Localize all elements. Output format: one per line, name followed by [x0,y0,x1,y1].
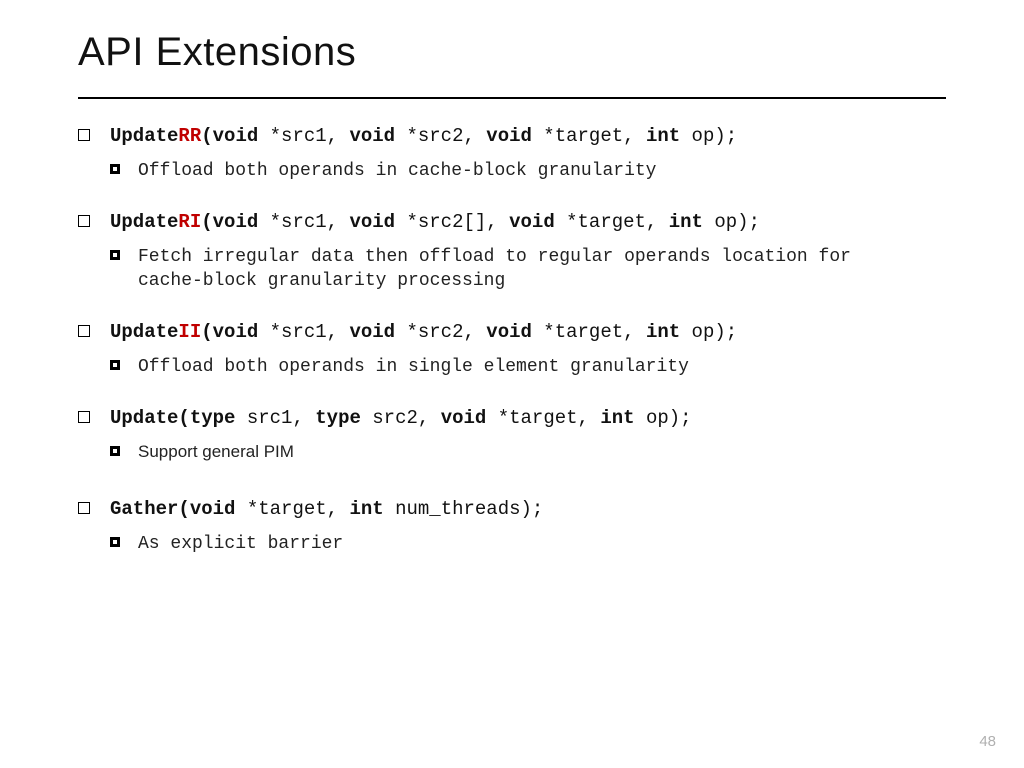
small-square-bullet-icon [110,537,120,547]
page-number: 48 [979,733,996,750]
param-text: *src2, [395,321,486,343]
slide-title: API Extensions [78,30,946,75]
kw: void [213,125,259,147]
param-text: op); [680,321,737,343]
api-signature: UpdateII(void *src1, void *src2, void *t… [78,321,946,345]
param-text: *target, [486,407,600,429]
param-text: op); [680,125,737,147]
signature-text: UpdateRR(void *src1, void *src2, void *t… [110,125,737,149]
api-signature: UpdateRI(void *src1, void *src2[], void … [78,211,946,235]
square-bullet-icon [78,129,90,141]
description-text: Support general PIM [138,441,294,464]
description-text: As explicit barrier [138,532,343,556]
kw: void [349,125,395,147]
param-text: *src2, [395,125,486,147]
param-text: *src1, [258,211,349,233]
kw: void [486,125,532,147]
fn-prefix: Update [110,407,178,429]
kw: void [190,498,236,520]
list-item: UpdateII(void *src1, void *src2, void *t… [78,321,946,379]
kw: void [349,321,395,343]
kw: void [486,321,532,343]
fn-suffix: RR [178,125,201,147]
kw: void [213,211,259,233]
api-description: As explicit barrier [110,532,946,556]
param-text: *target, [235,498,349,520]
description-text: Offload both operands in cache-block gra… [138,159,656,183]
small-square-bullet-icon [110,250,120,260]
description-text: Offload both operands in single element … [138,355,689,379]
param-text: src1, [235,407,315,429]
param-text: op); [635,407,692,429]
param-text: src2, [361,407,441,429]
fn-suffix: RI [178,211,201,233]
param-text: num_threads); [384,498,544,520]
fn-prefix: Update [110,211,178,233]
list-item: UpdateRI(void *src1, void *src2[], void … [78,211,946,293]
slide: API Extensions UpdateRR(void *src1, void… [0,0,1024,768]
fn-prefix: Gather [110,498,178,520]
open-paren: ( [201,321,212,343]
kw: void [213,321,259,343]
small-square-bullet-icon [110,360,120,370]
param-text: *src1, [258,125,349,147]
kw: int [646,125,680,147]
api-description: Offload both operands in single element … [110,355,946,379]
api-description: Fetch irregular data then offload to reg… [110,245,946,294]
kw: void [441,407,487,429]
fn-suffix: II [178,321,201,343]
square-bullet-icon [78,502,90,514]
square-bullet-icon [78,411,90,423]
param-text: op); [703,211,760,233]
kw: void [509,211,555,233]
api-description: Support general PIM [110,441,946,464]
open-paren: ( [201,125,212,147]
param-text: *target, [532,321,646,343]
signature-text: UpdateII(void *src1, void *src2, void *t… [110,321,737,345]
kw: int [600,407,634,429]
list-item: Gather(void *target, int num_threads); A… [78,498,946,556]
signature-text: UpdateRI(void *src1, void *src2[], void … [110,211,760,235]
small-square-bullet-icon [110,446,120,456]
list-item: UpdateRR(void *src1, void *src2, void *t… [78,125,946,183]
description-text: Fetch irregular data then offload to reg… [138,245,878,294]
param-text: *src1, [258,321,349,343]
list-item: Update(type src1, type src2, void *targe… [78,407,946,464]
api-description: Offload both operands in cache-block gra… [110,159,946,183]
fn-prefix: Update [110,125,178,147]
kw: type [315,407,361,429]
kw: int [669,211,703,233]
api-signature: UpdateRR(void *src1, void *src2, void *t… [78,125,946,149]
api-signature: Update(type src1, type src2, void *targe… [78,407,946,431]
square-bullet-icon [78,325,90,337]
api-signature: Gather(void *target, int num_threads); [78,498,946,522]
open-paren: ( [178,407,189,429]
small-square-bullet-icon [110,164,120,174]
open-paren: ( [201,211,212,233]
kw: int [646,321,680,343]
param-text: *src2[], [395,211,509,233]
param-text: *target, [555,211,669,233]
signature-text: Update(type src1, type src2, void *targe… [110,407,692,431]
fn-prefix: Update [110,321,178,343]
square-bullet-icon [78,215,90,227]
kw: void [349,211,395,233]
param-text: *target, [532,125,646,147]
title-rule [78,97,946,99]
open-paren: ( [178,498,189,520]
kw: int [349,498,383,520]
signature-text: Gather(void *target, int num_threads); [110,498,543,522]
kw: type [190,407,236,429]
